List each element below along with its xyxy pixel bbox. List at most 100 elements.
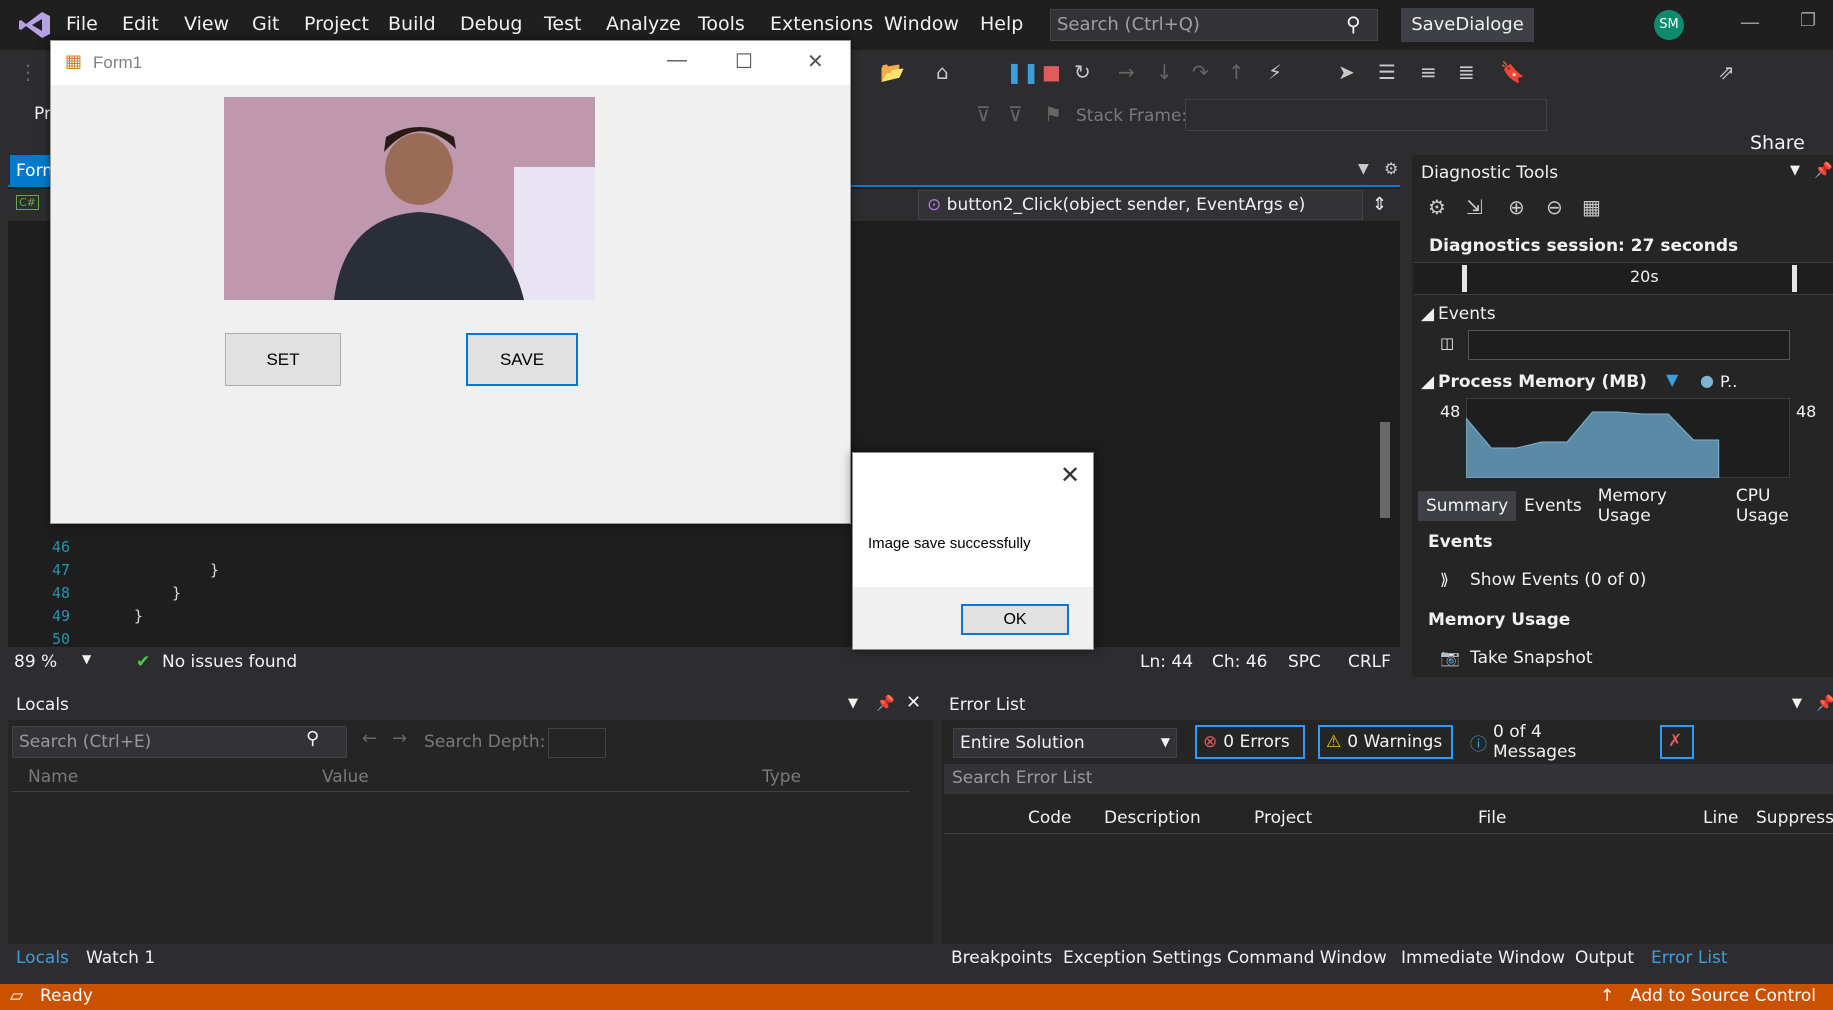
locals-search-input[interactable]: Search (Ctrl+E) <box>12 726 347 758</box>
error-scope-dropdown[interactable]: Entire Solution ▼ <box>953 728 1177 758</box>
tab-error-list[interactable]: Error List <box>1651 948 1728 968</box>
global-search-input[interactable]: Search (Ctrl+Q) <box>1050 9 1378 41</box>
close-icon[interactable]: ✕ <box>906 692 921 713</box>
filter-icon[interactable]: ⊽ <box>976 102 991 126</box>
take-snapshot-button[interactable]: Take Snapshot <box>1470 648 1593 668</box>
restore-icon[interactable]: ❐ <box>1800 10 1816 31</box>
menu-analyze[interactable]: Analyze <box>606 13 681 35</box>
step-over-icon[interactable]: ↷ <box>1192 60 1209 84</box>
tab-events[interactable]: Events <box>1516 491 1590 521</box>
set-button[interactable]: SET <box>225 333 341 386</box>
pause-icon[interactable]: ❚❚ <box>1006 60 1040 84</box>
pin-icon[interactable]: 📌 <box>1814 161 1833 179</box>
search-icon[interactable]: ⚲ <box>1346 12 1361 36</box>
tab-watch-1[interactable]: Watch 1 <box>86 948 155 968</box>
stop-icon[interactable]: ■ <box>1042 60 1061 84</box>
show-next-statement-icon[interactable]: → <box>1118 60 1135 84</box>
ok-button[interactable]: OK <box>961 604 1069 635</box>
pin-icon[interactable]: 📌 <box>876 694 895 712</box>
collapse-icon[interactable]: ◢ <box>1421 304 1434 324</box>
close-icon[interactable]: ✕ <box>1060 461 1080 490</box>
step-out-icon[interactable]: ↑ <box>1228 60 1245 84</box>
tab-summary[interactable]: Summary <box>1418 491 1517 521</box>
collapse-icon[interactable]: ◢ <box>1421 372 1434 392</box>
issues-status[interactable]: No issues found <box>162 652 297 672</box>
visual-studio-logo-icon[interactable] <box>18 10 52 40</box>
comment-icon[interactable]: ≡ <box>1420 60 1437 84</box>
tab-breakpoints[interactable]: Breakpoints <box>951 948 1052 968</box>
stack-frame-dropdown[interactable] <box>1185 99 1547 131</box>
flag-icon[interactable]: ⚑ <box>1044 102 1062 126</box>
live-share-icon[interactable]: ⇗ <box>1718 60 1735 84</box>
show-events-link[interactable]: Show Events (0 of 0) <box>1470 570 1646 590</box>
tab-immediate-window[interactable]: Immediate Window <box>1401 948 1565 968</box>
tab-memory-usage[interactable]: Memory Usage <box>1590 481 1728 531</box>
back-arrow-icon[interactable]: ← <box>362 728 377 749</box>
menu-view[interactable]: View <box>184 13 229 35</box>
column-file[interactable]: File <box>1478 808 1506 828</box>
tab-cpu-usage[interactable]: CPU Usage <box>1728 481 1833 531</box>
search-depth-dropdown[interactable] <box>548 728 606 758</box>
export-icon[interactable]: ⇲ <box>1466 195 1483 219</box>
column-code[interactable]: Code <box>1028 808 1072 828</box>
close-icon[interactable]: ✕ <box>807 49 824 74</box>
warnings-filter-button[interactable]: ⚠ 0 Warnings <box>1318 725 1453 759</box>
column-project[interactable]: Project <box>1254 808 1312 828</box>
timeline-start-handle[interactable] <box>1462 265 1467 292</box>
form1-titlebar[interactable]: ▦ Form1 — ☐ ✕ <box>51 41 850 85</box>
restart-icon[interactable]: ↻ <box>1074 60 1091 84</box>
pin-icon[interactable]: 📌 <box>1816 694 1833 712</box>
error-list-search-input[interactable]: Search Error List <box>944 764 1833 794</box>
step-into-icon[interactable]: ↓ <box>1156 60 1173 84</box>
panel-menu-icon[interactable]: ▼ <box>1792 696 1802 711</box>
build-intellisense-filter-icon[interactable]: ✗ <box>1660 725 1694 759</box>
avatar[interactable]: SM <box>1654 10 1684 40</box>
menu-file[interactable]: File <box>66 13 98 35</box>
uncomment-icon[interactable]: ≣ <box>1458 60 1475 84</box>
home-icon[interactable]: ⌂ <box>936 60 949 84</box>
diagnostics-timeline[interactable]: 20s <box>1414 262 1833 295</box>
column-description[interactable]: Description <box>1104 808 1201 828</box>
minimize-icon[interactable]: — <box>1740 10 1760 34</box>
search-icon[interactable]: ⚲ <box>306 728 319 749</box>
settings-gear-icon[interactable]: ⚙ <box>1428 195 1446 219</box>
column-value[interactable]: Value <box>322 767 369 787</box>
menu-build[interactable]: Build <box>388 13 436 35</box>
whitespace-mode[interactable]: SPC <box>1288 652 1321 672</box>
tab-locals[interactable]: Locals <box>16 948 69 968</box>
panel-menu-icon[interactable]: ▼ <box>848 696 858 711</box>
menu-project[interactable]: Project <box>304 13 369 35</box>
column-type[interactable]: Type <box>762 767 801 787</box>
zoom-out-icon[interactable]: ⊖ <box>1546 195 1563 219</box>
filter-threads-icon[interactable]: ⊽ <box>1008 102 1023 126</box>
pointer-icon[interactable]: ➤ <box>1338 60 1355 84</box>
indent-icon[interactable]: ☰ <box>1378 60 1396 84</box>
menu-help[interactable]: Help <box>980 13 1023 35</box>
maximize-icon[interactable]: ☐ <box>735 49 753 74</box>
bookmark-icon[interactable]: 🔖 <box>1500 60 1525 84</box>
column-suppression[interactable]: Suppressi <box>1756 808 1833 828</box>
menu-window[interactable]: Window <box>884 13 959 35</box>
minimize-icon[interactable]: — <box>667 49 687 72</box>
menu-test[interactable]: Test <box>544 13 581 35</box>
column-line[interactable]: Line <box>1703 808 1738 828</box>
editor-scrollbar[interactable] <box>1370 222 1400 644</box>
errors-filter-button[interactable]: ⊗ 0 Errors <box>1195 725 1305 759</box>
reset-view-icon[interactable]: ▦ <box>1582 195 1601 219</box>
messages-filter-button[interactable]: ⓘ 0 of 4 Messages <box>1462 722 1632 762</box>
tab-command-window[interactable]: Command Window <box>1227 948 1387 968</box>
hot-reload-icon[interactable]: ⚡ <box>1268 60 1282 84</box>
project-fragment[interactable]: Pr <box>34 104 51 124</box>
save-button[interactable]: SAVE <box>466 333 578 386</box>
zoom-dropdown-icon[interactable]: ▼ <box>82 652 91 666</box>
open-folder-icon[interactable]: 📂 <box>880 60 905 84</box>
split-editor-icon[interactable]: ⇕ <box>1372 194 1387 215</box>
add-to-source-control[interactable]: Add to Source Control <box>1630 986 1816 1006</box>
method-dropdown[interactable]: ⊙ button2_Click(object sender, EventArgs… <box>918 190 1363 220</box>
break-events-icon[interactable]: ◫ <box>1440 334 1454 352</box>
menu-debug[interactable]: Debug <box>460 13 522 35</box>
line-ending[interactable]: CRLF <box>1348 652 1391 672</box>
menu-tools[interactable]: Tools <box>698 13 745 35</box>
timeline-end-handle[interactable] <box>1792 265 1797 292</box>
column-name[interactable]: Name <box>28 767 78 787</box>
